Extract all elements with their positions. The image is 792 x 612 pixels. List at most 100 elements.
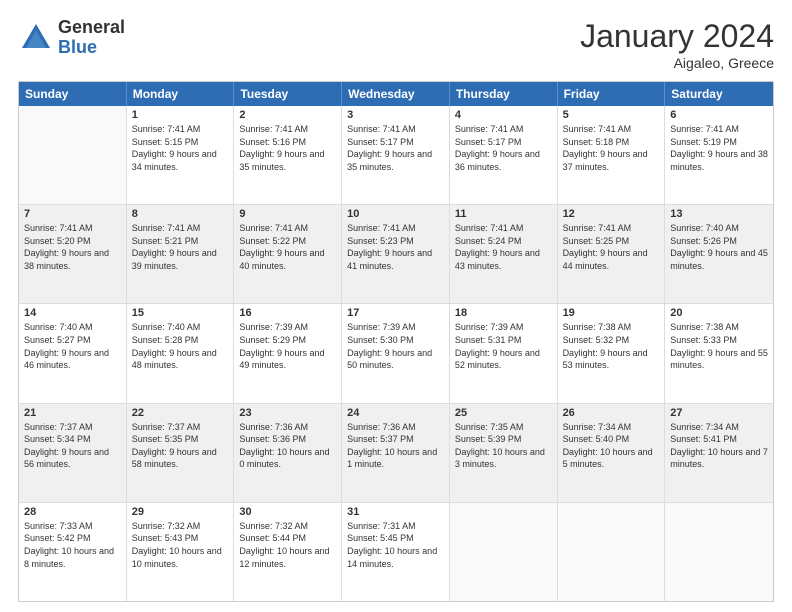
day-info: Sunrise: 7:41 AM Sunset: 5:20 PM Dayligh… — [24, 222, 121, 272]
calendar-header-cell: Thursday — [450, 82, 558, 106]
day-number: 1 — [132, 109, 229, 121]
day-info: Sunrise: 7:41 AM Sunset: 5:23 PM Dayligh… — [347, 222, 444, 272]
day-info: Sunrise: 7:32 AM Sunset: 5:43 PM Dayligh… — [132, 520, 229, 570]
calendar-cell: 29 Sunrise: 7:32 AM Sunset: 5:43 PM Dayli… — [127, 503, 235, 601]
calendar-cell: 22Sunrise: 7:37 AM Sunset: 5:35 PM Dayli… — [127, 404, 235, 502]
header: General Blue January 2024 Aigaleo, Greec… — [18, 18, 774, 71]
calendar-body: 1 Sunrise: 7:41 AM Sunset: 5:15 PM Daylig… — [19, 106, 773, 601]
day-number: 29 — [132, 506, 229, 518]
calendar-cell: 31 Sunrise: 7:31 AM Sunset: 5:45 PM Dayli… — [342, 503, 450, 601]
calendar-week: 21 Sunrise: 7:37 AM Sunset: 5:34 PM Dayli… — [19, 404, 773, 503]
calendar-header-row: SundayMondayTuesdayWednesdayThursdayFrid… — [19, 82, 773, 106]
day-number: 20 — [670, 307, 768, 319]
page: General Blue January 2024 Aigaleo, Greec… — [0, 0, 792, 612]
calendar-cell: 30 Sunrise: 7:32 AM Sunset: 5:44 PM Dayli… — [234, 503, 342, 601]
logo-general: General — [58, 18, 125, 38]
logo: General Blue — [18, 18, 125, 58]
calendar-cell: 1 Sunrise: 7:41 AM Sunset: 5:15 PM Daylig… — [127, 106, 235, 204]
calendar-header-cell: Monday — [127, 82, 235, 106]
day-number: 17 — [347, 307, 444, 319]
calendar-cell — [450, 503, 558, 601]
day-number: 18 — [455, 307, 552, 319]
day-info: Sunrise: 7:41 AM Sunset: 5:17 PM Dayligh… — [347, 123, 444, 173]
calendar-header-cell: Sunday — [19, 82, 127, 106]
calendar-week: 7 Sunrise: 7:41 AM Sunset: 5:20 PM Daylig… — [19, 205, 773, 304]
day-info: Sunrise: 7:37 AM Sunset: 5:34 PM Dayligh… — [24, 421, 121, 471]
calendar-cell: 6Sunrise: 7:41 AM Sunset: 5:19 PM Daylig… — [665, 106, 773, 204]
day-number: 6 — [670, 109, 768, 121]
calendar-cell — [558, 503, 666, 601]
day-info: Sunrise: 7:39 AM Sunset: 5:30 PM Dayligh… — [347, 321, 444, 371]
day-number: 31 — [347, 506, 444, 518]
calendar-cell: 13Sunrise: 7:40 AM Sunset: 5:26 PM Dayli… — [665, 205, 773, 303]
day-number: 25 — [455, 407, 552, 419]
calendar-cell: 12 Sunrise: 7:41 AM Sunset: 5:25 PM Dayli… — [558, 205, 666, 303]
day-number: 8 — [132, 208, 229, 220]
day-number: 24 — [347, 407, 444, 419]
logo-text: General Blue — [58, 18, 125, 58]
day-info: Sunrise: 7:34 AM Sunset: 5:41 PM Dayligh… — [670, 421, 768, 471]
day-info: Sunrise: 7:41 AM Sunset: 5:22 PM Dayligh… — [239, 222, 336, 272]
day-info: Sunrise: 7:31 AM Sunset: 5:45 PM Dayligh… — [347, 520, 444, 570]
calendar-cell: 17 Sunrise: 7:39 AM Sunset: 5:30 PM Dayli… — [342, 304, 450, 402]
calendar-header-cell: Wednesday — [342, 82, 450, 106]
calendar-cell: 10 Sunrise: 7:41 AM Sunset: 5:23 PM Dayli… — [342, 205, 450, 303]
day-number: 12 — [563, 208, 660, 220]
day-number: 16 — [239, 307, 336, 319]
day-info: Sunrise: 7:39 AM Sunset: 5:29 PM Dayligh… — [239, 321, 336, 371]
calendar-cell: 9 Sunrise: 7:41 AM Sunset: 5:22 PM Daylig… — [234, 205, 342, 303]
calendar-cell: 4 Sunrise: 7:41 AM Sunset: 5:17 PM Daylig… — [450, 106, 558, 204]
day-info: Sunrise: 7:41 AM Sunset: 5:21 PM Dayligh… — [132, 222, 229, 272]
calendar-cell: 14Sunrise: 7:40 AM Sunset: 5:27 PM Dayli… — [19, 304, 127, 402]
calendar-cell: 5 Sunrise: 7:41 AM Sunset: 5:18 PM Daylig… — [558, 106, 666, 204]
day-info: Sunrise: 7:41 AM Sunset: 5:24 PM Dayligh… — [455, 222, 552, 272]
calendar-week: 28Sunrise: 7:33 AM Sunset: 5:42 PM Dayli… — [19, 503, 773, 601]
day-number: 2 — [239, 109, 336, 121]
calendar-header-cell: Saturday — [665, 82, 773, 106]
calendar-cell: 2Sunrise: 7:41 AM Sunset: 5:16 PM Daylig… — [234, 106, 342, 204]
day-info: Sunrise: 7:40 AM Sunset: 5:27 PM Dayligh… — [24, 321, 121, 371]
day-info: Sunrise: 7:35 AM Sunset: 5:39 PM Dayligh… — [455, 421, 552, 471]
day-info: Sunrise: 7:41 AM Sunset: 5:15 PM Dayligh… — [132, 123, 229, 173]
day-number: 13 — [670, 208, 768, 220]
day-number: 30 — [239, 506, 336, 518]
calendar-cell: 8 Sunrise: 7:41 AM Sunset: 5:21 PM Daylig… — [127, 205, 235, 303]
day-info: Sunrise: 7:36 AM Sunset: 5:36 PM Dayligh… — [239, 421, 336, 471]
day-number: 15 — [132, 307, 229, 319]
day-number: 7 — [24, 208, 121, 220]
day-number: 27 — [670, 407, 768, 419]
calendar-week: 14Sunrise: 7:40 AM Sunset: 5:27 PM Dayli… — [19, 304, 773, 403]
day-number: 5 — [563, 109, 660, 121]
day-number: 21 — [24, 407, 121, 419]
calendar: SundayMondayTuesdayWednesdayThursdayFrid… — [18, 81, 774, 602]
day-number: 10 — [347, 208, 444, 220]
day-info: Sunrise: 7:36 AM Sunset: 5:37 PM Dayligh… — [347, 421, 444, 471]
calendar-cell: 16 Sunrise: 7:39 AM Sunset: 5:29 PM Dayli… — [234, 304, 342, 402]
calendar-cell: 20Sunrise: 7:38 AM Sunset: 5:33 PM Dayli… — [665, 304, 773, 402]
calendar-cell: 26Sunrise: 7:34 AM Sunset: 5:40 PM Dayli… — [558, 404, 666, 502]
calendar-cell: 21 Sunrise: 7:37 AM Sunset: 5:34 PM Dayli… — [19, 404, 127, 502]
day-info: Sunrise: 7:41 AM Sunset: 5:17 PM Dayligh… — [455, 123, 552, 173]
day-info: Sunrise: 7:32 AM Sunset: 5:44 PM Dayligh… — [239, 520, 336, 570]
calendar-cell: 18 Sunrise: 7:39 AM Sunset: 5:31 PM Dayli… — [450, 304, 558, 402]
day-number: 4 — [455, 109, 552, 121]
day-info: Sunrise: 7:38 AM Sunset: 5:32 PM Dayligh… — [563, 321, 660, 371]
title-area: January 2024 Aigaleo, Greece — [580, 18, 774, 71]
day-info: Sunrise: 7:41 AM Sunset: 5:18 PM Dayligh… — [563, 123, 660, 173]
day-number: 9 — [239, 208, 336, 220]
calendar-cell: 11Sunrise: 7:41 AM Sunset: 5:24 PM Dayli… — [450, 205, 558, 303]
day-number: 3 — [347, 109, 444, 121]
calendar-cell: 28Sunrise: 7:33 AM Sunset: 5:42 PM Dayli… — [19, 503, 127, 601]
logo-blue: Blue — [58, 38, 125, 58]
day-info: Sunrise: 7:39 AM Sunset: 5:31 PM Dayligh… — [455, 321, 552, 371]
calendar-cell: 3 Sunrise: 7:41 AM Sunset: 5:17 PM Daylig… — [342, 106, 450, 204]
calendar-header-cell: Friday — [558, 82, 666, 106]
logo-icon — [18, 20, 54, 56]
calendar-cell: 24 Sunrise: 7:36 AM Sunset: 5:37 PM Dayli… — [342, 404, 450, 502]
day-info: Sunrise: 7:34 AM Sunset: 5:40 PM Dayligh… — [563, 421, 660, 471]
day-number: 23 — [239, 407, 336, 419]
day-info: Sunrise: 7:41 AM Sunset: 5:25 PM Dayligh… — [563, 222, 660, 272]
day-info: Sunrise: 7:37 AM Sunset: 5:35 PM Dayligh… — [132, 421, 229, 471]
calendar-cell: 25 Sunrise: 7:35 AM Sunset: 5:39 PM Dayli… — [450, 404, 558, 502]
day-info: Sunrise: 7:33 AM Sunset: 5:42 PM Dayligh… — [24, 520, 121, 570]
